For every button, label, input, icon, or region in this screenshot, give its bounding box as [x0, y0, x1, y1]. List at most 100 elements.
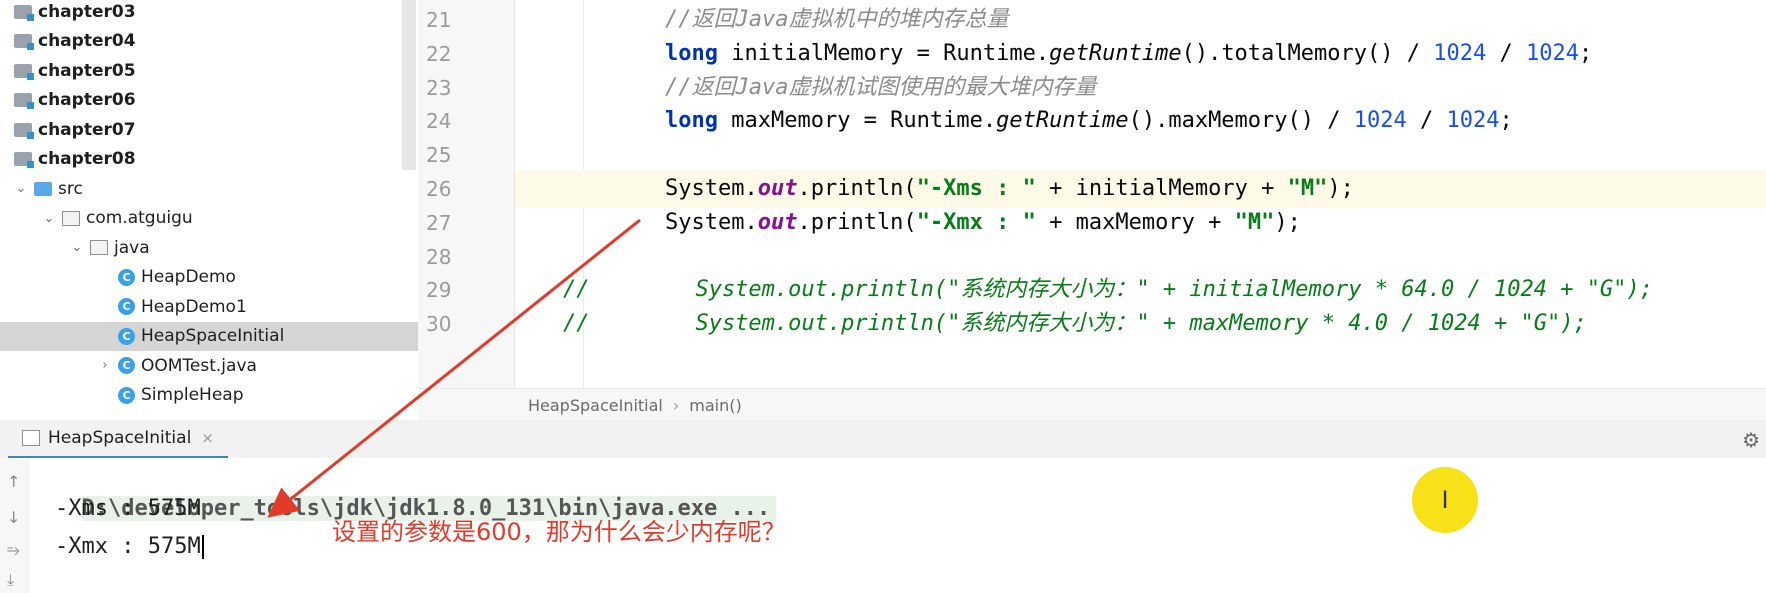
- tree-item-label: chapter04: [38, 31, 136, 51]
- close-icon[interactable]: ×: [201, 429, 214, 447]
- tree-item[interactable]: › C OOMTest.java: [0, 351, 418, 380]
- class-icon: C: [118, 327, 135, 345]
- tree-item[interactable]: chapter08: [0, 145, 416, 174]
- tree-item-label: HeapSpaceInitial: [141, 326, 285, 346]
- code-token: //返回Java虚拟机中的堆内存总量: [665, 7, 1009, 32]
- project-tree: chapter03 chapter04 chapter05 chapter06 chap…: [0, 0, 418, 420]
- code-token: //返回Java虚拟机试图使用的最大堆内存量: [665, 74, 1097, 100]
- tree-item-label: com.atguigu: [86, 208, 193, 228]
- tree-item[interactable]: C HeapDemo: [0, 263, 418, 292]
- scroll-to-end-icon[interactable]: ⤓: [7, 570, 14, 590]
- line-number: 26: [426, 177, 452, 201]
- code-token: 1024: [1446, 108, 1500, 134]
- console-command-line: D:\developer_tools\jdk\jdk1.8.0_131\bin\…: [55, 452, 777, 521]
- run-config-icon: [22, 430, 40, 446]
- code-line[interactable]: //返回Java虚拟机中的堆内存总量: [515, 1, 1766, 39]
- tree-item[interactable]: chapter04: [0, 27, 416, 56]
- tree-item-label: chapter05: [38, 60, 136, 81]
- soft-wrap-icon[interactable]: ⥱: [7, 540, 20, 560]
- tree-item[interactable]: C SimpleHeap: [0, 381, 418, 410]
- tree-item[interactable]: chapter07: [0, 115, 416, 144]
- tree-item[interactable]: C HeapSpaceInitial: [0, 321, 418, 351]
- package-icon: [62, 210, 80, 226]
- line-number: 27: [426, 210, 452, 235]
- code-line[interactable]: long maxMemory = Runtime.getRuntime().ma…: [515, 102, 1766, 140]
- tree-item-label: chapter06: [38, 90, 136, 110]
- line-number: 21: [426, 8, 452, 32]
- code-token: // System.out.println("系统内存大小为：" + maxMe…: [563, 311, 1587, 337]
- annotation-note: 设置的参数是600，那为什么会少内存呢？: [332, 518, 786, 546]
- tree-item[interactable]: chapter06: [0, 86, 416, 115]
- code-token: long: [665, 40, 718, 66]
- module-folder-icon: [14, 63, 34, 80]
- code-token: System.: [665, 176, 758, 201]
- code-line[interactable]: [515, 238, 1766, 276]
- console-output-line: -Xms : 575M: [55, 496, 201, 521]
- tree-item[interactable]: chapter05: [0, 56, 416, 85]
- module-folder-icon: [14, 122, 34, 139]
- code-token: 1024: [1525, 40, 1579, 66]
- code-token: out: [757, 176, 798, 201]
- code-token: /: [1486, 40, 1526, 66]
- line-number: 28: [426, 244, 452, 269]
- code-token: "M": [1234, 209, 1275, 235]
- class-icon: C: [118, 357, 135, 374]
- tree-item-label: HeapDemo: [141, 267, 236, 287]
- tree-item[interactable]: ⌄ src: [0, 174, 416, 203]
- code-token: out: [757, 209, 798, 235]
- arrow-down-icon[interactable]: ↓: [7, 508, 20, 527]
- console-output-line: -Xmx : 575M: [55, 528, 204, 566]
- tree-item-label: chapter08: [38, 149, 136, 169]
- run-side-toolbar: ↑ ↓ ⥱ ⤓: [0, 458, 30, 593]
- chevron-down-icon[interactable]: ⌄: [42, 211, 56, 226]
- tree-item[interactable]: ⌄ com.atguigu: [0, 204, 418, 233]
- code-line[interactable]: System.out.println("-Xmx : " + maxMemory…: [515, 204, 1766, 242]
- tree-item[interactable]: chapter03: [0, 0, 416, 26]
- text-cursor-icon: I: [1441, 486, 1449, 514]
- code-token: "-Xms : ": [916, 176, 1036, 201]
- chevron-right-icon[interactable]: ›: [98, 358, 112, 373]
- code-line[interactable]: long initialMemory = Runtime.getRuntime(…: [515, 35, 1766, 73]
- code-token: ;: [1578, 40, 1593, 66]
- class-icon: C: [118, 268, 135, 286]
- chevron-down-icon[interactable]: ⌄: [70, 240, 84, 255]
- tree-item-label: src: [58, 178, 83, 199]
- line-number: 30: [426, 312, 452, 337]
- code-token: );: [1327, 176, 1354, 201]
- breadcrumb-method[interactable]: main(): [689, 396, 741, 415]
- code-token: maxMemory = Runtime.: [717, 108, 997, 134]
- code-token: "M": [1287, 176, 1328, 201]
- breadcrumb-class[interactable]: HeapSpaceInitial: [528, 396, 663, 415]
- tree-scrollbar[interactable]: [402, 0, 416, 170]
- line-number: 29: [426, 278, 452, 303]
- module-folder-icon: [14, 152, 34, 168]
- code-line[interactable]: System.out.println("-Xms : " + initialMe…: [515, 170, 1766, 208]
- line-number: 25: [426, 143, 452, 168]
- code-token: getRuntime: [1049, 40, 1182, 66]
- code-token: /: [1406, 108, 1447, 134]
- tree-item[interactable]: ⌄ java: [0, 233, 418, 262]
- package-icon: [90, 240, 108, 255]
- code-token: 1024: [1353, 108, 1407, 134]
- text-caret: [201, 535, 204, 559]
- chevron-down-icon[interactable]: ⌄: [14, 181, 28, 196]
- module-folder-icon: [14, 93, 34, 109]
- code-line[interactable]: // System.out.println("系统内存大小为：" + initi…: [515, 271, 1766, 309]
- arrow-up-icon[interactable]: ↑: [7, 472, 20, 491]
- breadcrumb: HeapSpaceInitial › main(): [418, 388, 1766, 421]
- code-line[interactable]: [515, 136, 1766, 174]
- code-line[interactable]: // System.out.println("系统内存大小为：" + maxMe…: [515, 305, 1766, 343]
- line-number: 22: [426, 41, 452, 66]
- code-token: "-Xmx : ": [916, 209, 1036, 235]
- tree-item-label: chapter07: [38, 119, 136, 140]
- code-token: getRuntime: [996, 108, 1129, 134]
- console-output-text: -Xmx : 575M: [55, 534, 201, 559]
- tree-item[interactable]: C HeapDemo1: [0, 292, 418, 321]
- code-line[interactable]: //返回Java虚拟机试图使用的最大堆内存量: [515, 69, 1766, 107]
- class-icon: C: [118, 386, 135, 404]
- code-token: ().totalMemory() /: [1181, 40, 1434, 66]
- tree-item-label: chapter03: [38, 1, 136, 22]
- code-token: .println(: [797, 209, 917, 235]
- code-token: );: [1274, 209, 1301, 235]
- gear-icon[interactable]: ⚙: [1742, 428, 1760, 452]
